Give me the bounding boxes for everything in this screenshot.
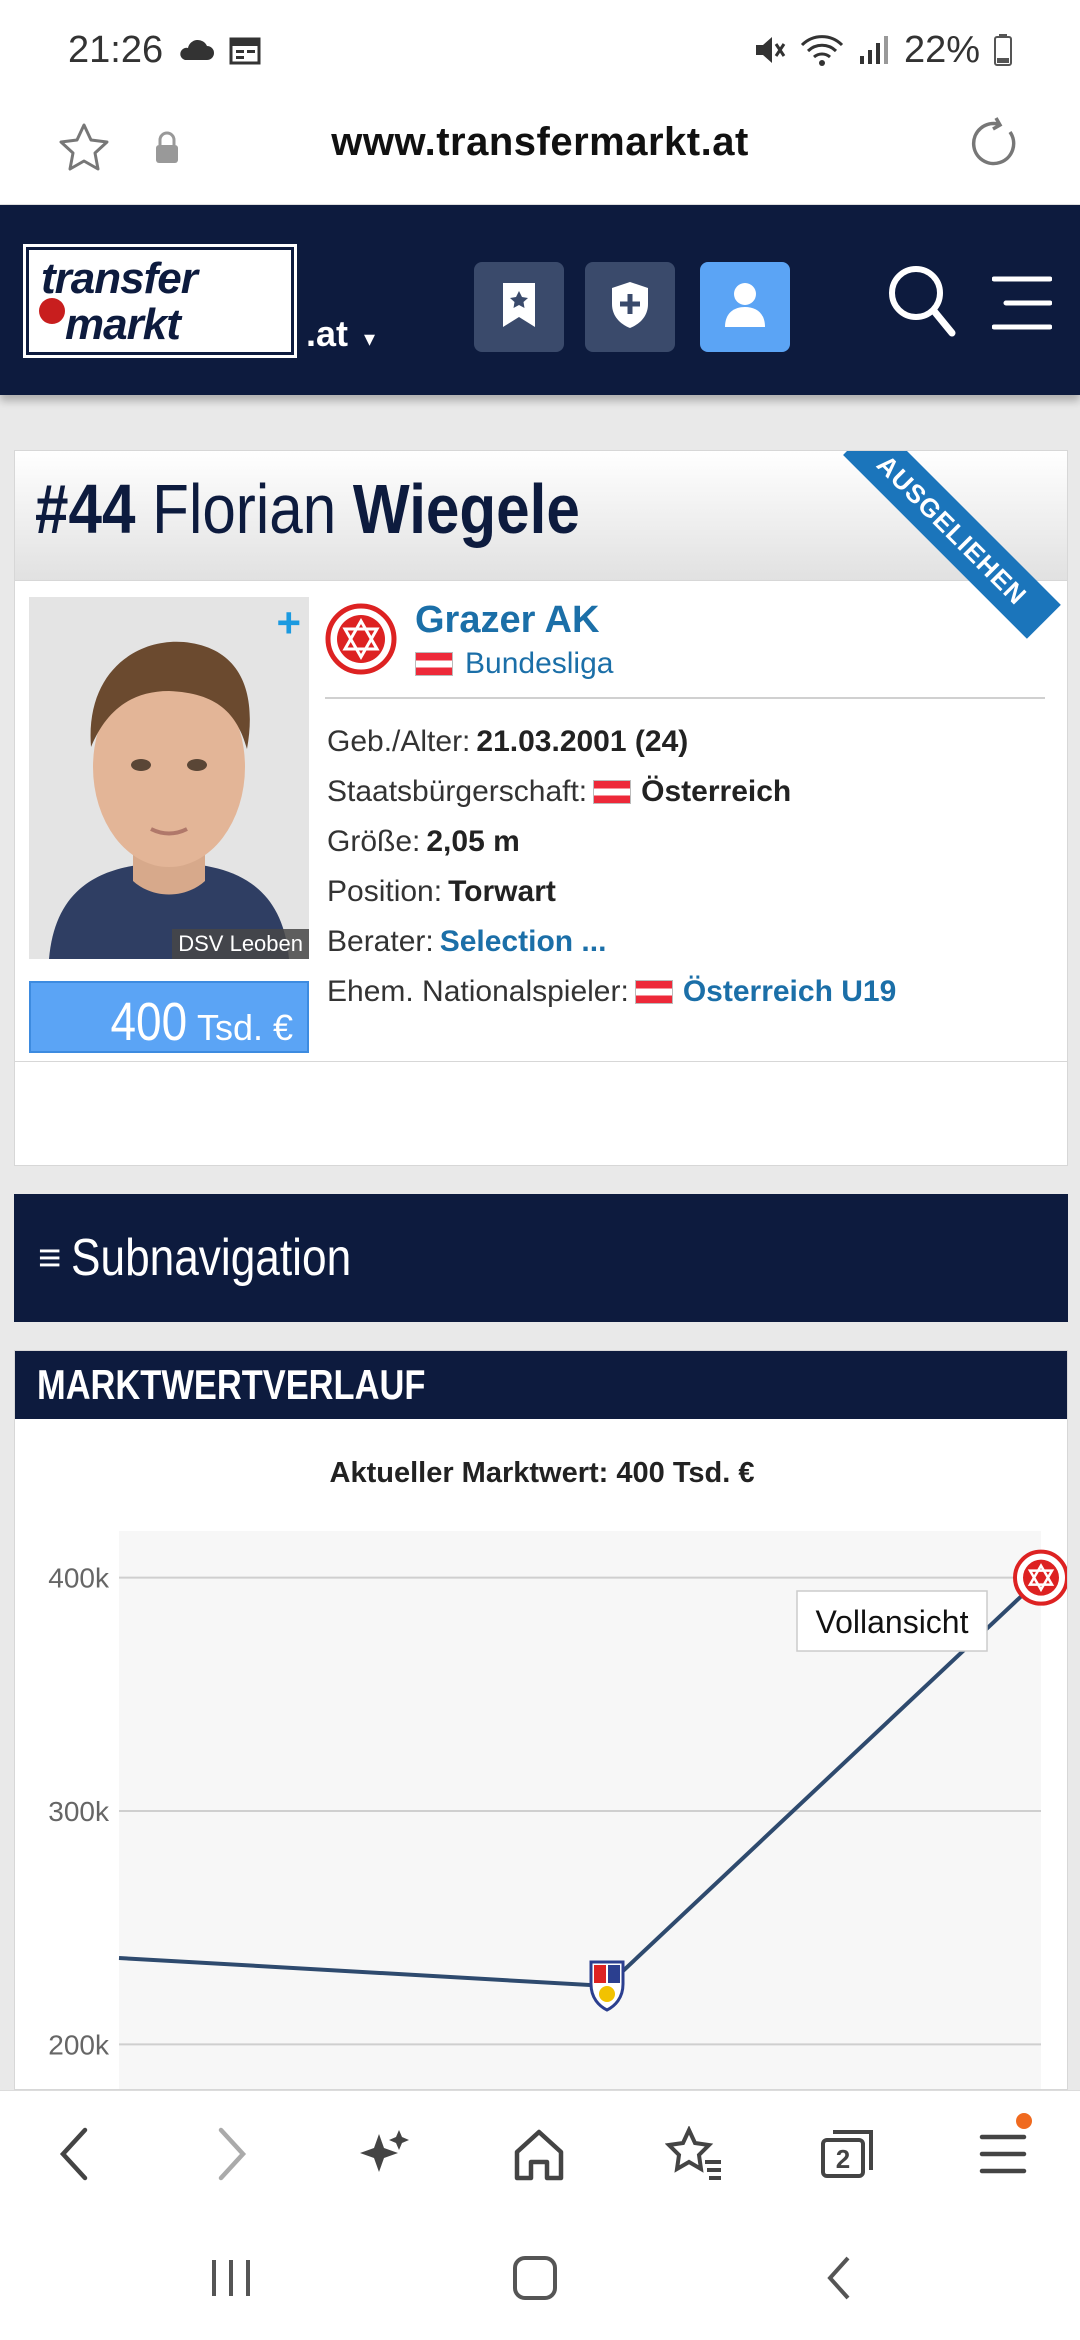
subnavigation-label: Subnavigation <box>71 1229 352 1287</box>
url-address[interactable]: www.transfermarkt.at <box>0 120 1080 165</box>
agent-link[interactable]: Selection ... <box>440 925 607 959</box>
player-name: #44 Florian Wiegele <box>35 469 580 549</box>
menu-icon[interactable] <box>968 2113 1038 2189</box>
info-row-position: Position: Torwart <box>327 867 1057 917</box>
info-label: Größe: <box>327 825 421 858</box>
player-portrait-icon <box>29 597 309 959</box>
logo-text-markt: markt <box>65 300 181 349</box>
home-icon[interactable] <box>504 2119 574 2189</box>
market-value-history-section: MARKTWERTVERLAUF Aktueller Marktwert: 40… <box>14 1350 1068 2090</box>
my-club-button[interactable] <box>585 262 675 352</box>
player-info-list: Geb./Alter: 21.03.2001 (24) Staatsbürger… <box>327 717 1057 1017</box>
add-to-watchlist-plus[interactable]: + <box>276 599 301 647</box>
club-crest-icon[interactable] <box>589 1960 625 2012</box>
info-divider <box>325 697 1045 699</box>
country-selector[interactable]: .at ▾ <box>306 313 375 355</box>
player-number: #44 <box>35 470 136 548</box>
info-label: Berater: <box>327 925 434 958</box>
photo-club-label: DSV Leoben <box>172 929 309 959</box>
y-tick-label: 300k <box>48 1796 110 1827</box>
full-view-label: Vollansicht <box>816 1604 969 1640</box>
y-tick-label: 200k <box>48 2029 110 2060</box>
market-value-chart[interactable]: 200k 300k 400k Vollansicht <box>15 1351 1068 2090</box>
battery-icon <box>994 34 1012 66</box>
browser-bottom-nav: 2 <box>0 2090 1080 2212</box>
battery-percent: 22% <box>903 28 980 71</box>
logo-ball-icon <box>39 298 65 324</box>
y-tick-label: 400k <box>48 1563 110 1594</box>
market-value-amount: 400 <box>110 992 187 1052</box>
sparkle-icon[interactable] <box>350 2119 420 2189</box>
player-last-name: Wiegele <box>352 470 580 548</box>
menu-lines-icon: ≡ <box>38 1235 62 1280</box>
bookmark-icon <box>497 281 541 334</box>
info-label: Staatsbürgerschaft: <box>327 775 588 808</box>
back-gesture-icon[interactable] <box>804 2248 874 2308</box>
full-view-button[interactable]: Vollansicht <box>796 1590 988 1652</box>
back-icon[interactable] <box>40 2119 110 2189</box>
info-row-birth: Geb./Alter: 21.03.2001 (24) <box>327 717 1057 767</box>
market-value-box[interactable]: 400 Tsd. € <box>29 981 309 1053</box>
mute-icon <box>752 33 786 67</box>
austria-flag-icon <box>415 652 453 676</box>
watchlist-button[interactable] <box>474 262 564 352</box>
national-team-link[interactable]: Österreich U19 <box>683 975 896 1009</box>
player-profile-card: #44 Florian Wiegele AUSGELIEHEN + DSV Le… <box>14 450 1068 1166</box>
forward-icon[interactable] <box>196 2119 266 2189</box>
home-button-icon[interactable] <box>500 2248 570 2308</box>
club-name-link[interactable]: Grazer AK <box>415 599 599 642</box>
player-photo[interactable]: + DSV Leoben <box>29 597 309 959</box>
info-value: 21.03.2001 (24) <box>476 725 689 758</box>
user-icon <box>723 281 767 334</box>
info-label: Position: <box>327 875 443 908</box>
transfermarkt-logo[interactable]: transfer markt <box>23 244 297 358</box>
recents-icon[interactable] <box>196 2248 266 2308</box>
grazer-ak-crest-icon[interactable] <box>325 603 397 680</box>
system-nav-bar <box>0 2212 1080 2340</box>
player-first-name: Florian <box>152 470 337 548</box>
status-left: 21:26 <box>68 29 261 72</box>
grazer-ak-crest-icon[interactable] <box>1013 1549 1067 1606</box>
info-value: Torwart <box>448 875 556 908</box>
logo-text-transfer: transfer <box>41 254 198 303</box>
user-account-button[interactable] <box>700 262 790 352</box>
status-time: 21:26 <box>68 28 164 71</box>
wifi-icon <box>800 33 844 67</box>
info-row-height: Größe: 2,05 m <box>327 817 1057 867</box>
info-row-national-team: Ehem. Nationalspieler: Österreich U19 <box>327 967 1057 1017</box>
hamburger-menu-icon[interactable] <box>991 275 1053 336</box>
site-header: transfer markt .at ▾ <box>0 205 1080 395</box>
info-value: 2,05 m <box>426 825 520 858</box>
austria-flag-icon <box>593 780 632 804</box>
shield-plus-icon <box>608 280 652 335</box>
country-tld: .at <box>306 313 349 354</box>
market-value-unit: Tsd. € <box>196 1007 293 1048</box>
chevron-down-icon: ▾ <box>364 326 376 351</box>
info-row-citizenship: Staatsbürgerschaft: Österreich <box>327 767 1057 817</box>
bookmarks-icon[interactable] <box>660 2119 730 2189</box>
reload-icon[interactable] <box>966 116 1022 177</box>
league-name: Bundesliga <box>465 647 614 680</box>
calendar-icon <box>229 35 261 65</box>
info-row-agent: Berater: Selection ... <box>327 917 1057 967</box>
austria-flag-icon <box>634 980 673 1004</box>
subnavigation-button[interactable]: ≡ Subnavigation <box>14 1194 1068 1322</box>
status-bar: 21:26 22% <box>0 0 1080 100</box>
tabs-icon[interactable]: 2 <box>812 2119 882 2189</box>
browser-url-bar: www.transfermarkt.at <box>0 100 1080 205</box>
search-icon[interactable] <box>888 265 958 348</box>
card-divider <box>15 1061 1067 1062</box>
info-value: Österreich <box>641 775 792 808</box>
cloud-icon <box>177 38 215 62</box>
league-link[interactable]: Bundesliga <box>415 647 613 681</box>
info-label: Ehem. Nationalspieler: <box>327 975 629 1008</box>
signal-icon <box>858 34 890 66</box>
info-label: Geb./Alter: <box>327 725 471 758</box>
status-right: 22% <box>752 29 1012 72</box>
notification-dot <box>1016 2113 1032 2129</box>
tab-count: 2 <box>836 2144 850 2174</box>
